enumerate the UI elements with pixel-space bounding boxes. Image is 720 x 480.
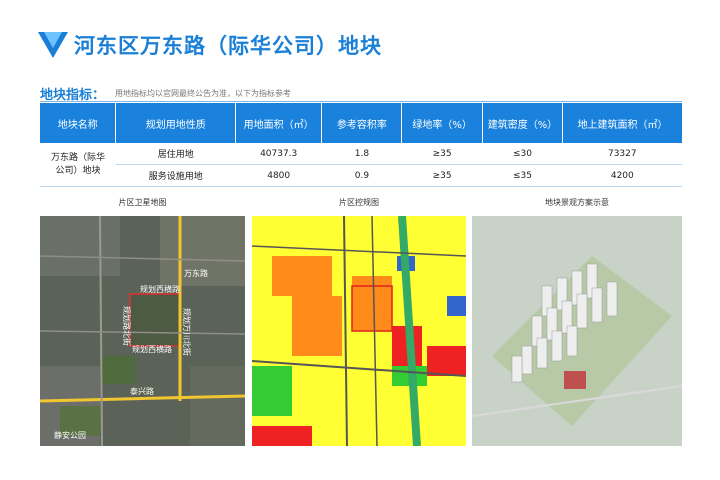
column-header: 参考容积率 — [321, 103, 402, 143]
south-road-label: 规划西横路 — [132, 344, 172, 354]
watermark: 天津闲房说 — [602, 452, 678, 470]
landscape-render-image — [472, 216, 682, 446]
table-cell: ≥35 — [401, 164, 483, 187]
table-cell: 4200 — [562, 164, 682, 187]
column-header: 地块名称 — [40, 103, 116, 143]
table-cell: ≥35 — [401, 143, 483, 165]
triangle-logo-icon — [38, 32, 68, 58]
table-cell: 居住用地 — [115, 143, 236, 165]
table-cell: 4800 — [235, 164, 322, 187]
column-header: 用地面积（㎡） — [234, 103, 322, 143]
table-row: 服务设施用地 4800 0.9 ≥35 ≤35 4200 — [40, 164, 682, 187]
table-cell: ≤35 — [482, 164, 563, 187]
column-header: 建筑密度（%） — [481, 103, 563, 143]
column-header: 绿地率（%） — [401, 103, 483, 143]
indicator-table: 地块名称 规划用地性质 用地面积（㎡） 参考容积率 绿地率（%） 建筑密度（%）… — [40, 103, 682, 187]
heading-divider — [40, 101, 682, 102]
satellite-caption: 片区卫星地图 — [118, 198, 167, 207]
table-cell: 40737.3 — [235, 143, 322, 165]
page-title: 河东区万东路（际华公司）地块 — [74, 34, 382, 58]
table-cell: 0.9 — [321, 164, 402, 187]
zoning-caption: 片区控规图 — [339, 198, 379, 207]
table-header-row: 地块名称 规划用地性质 用地面积（㎡） 参考容积率 绿地率（%） 建筑密度（%）… — [40, 103, 682, 143]
main-road-label: 万东路 — [184, 268, 208, 278]
column-header: 规划用地性质 — [115, 103, 236, 143]
title-bar: 河东区万东路（际华公司）地块 — [38, 30, 382, 60]
zoning-plan-image — [252, 216, 466, 446]
north-road-label: 规划西横路 — [140, 284, 180, 294]
table-cell: ≤30 — [482, 143, 563, 165]
table-cell: 1.8 — [321, 143, 402, 165]
indicator-note: 用地指标均以官网最终公告为准，以下为指标参考 — [115, 89, 292, 98]
plot-name-cell: 万东路（际华公司）地块 — [40, 143, 116, 187]
satellite-map-image: 规划西横路 规划西横路 万东路 泰兴路 静安公园 规划路北街 规划万川北街 — [40, 216, 245, 446]
bottom-road-label: 泰兴路 — [130, 386, 154, 396]
table-cell: 服务设施用地 — [115, 164, 236, 187]
east-road-label: 规划万川北街 — [182, 308, 192, 356]
column-header: 地上建筑面积（㎡） — [562, 103, 682, 143]
table-row: 万东路（际华公司）地块 居住用地 40737.3 1.8 ≥35 ≤30 733… — [40, 143, 682, 187]
landscape-caption: 地块景观方案示意 — [545, 198, 609, 207]
park-label: 静安公园 — [54, 430, 86, 440]
table-cell: 73327 — [562, 143, 682, 165]
west-road-label: 规划路北街 — [122, 306, 132, 346]
